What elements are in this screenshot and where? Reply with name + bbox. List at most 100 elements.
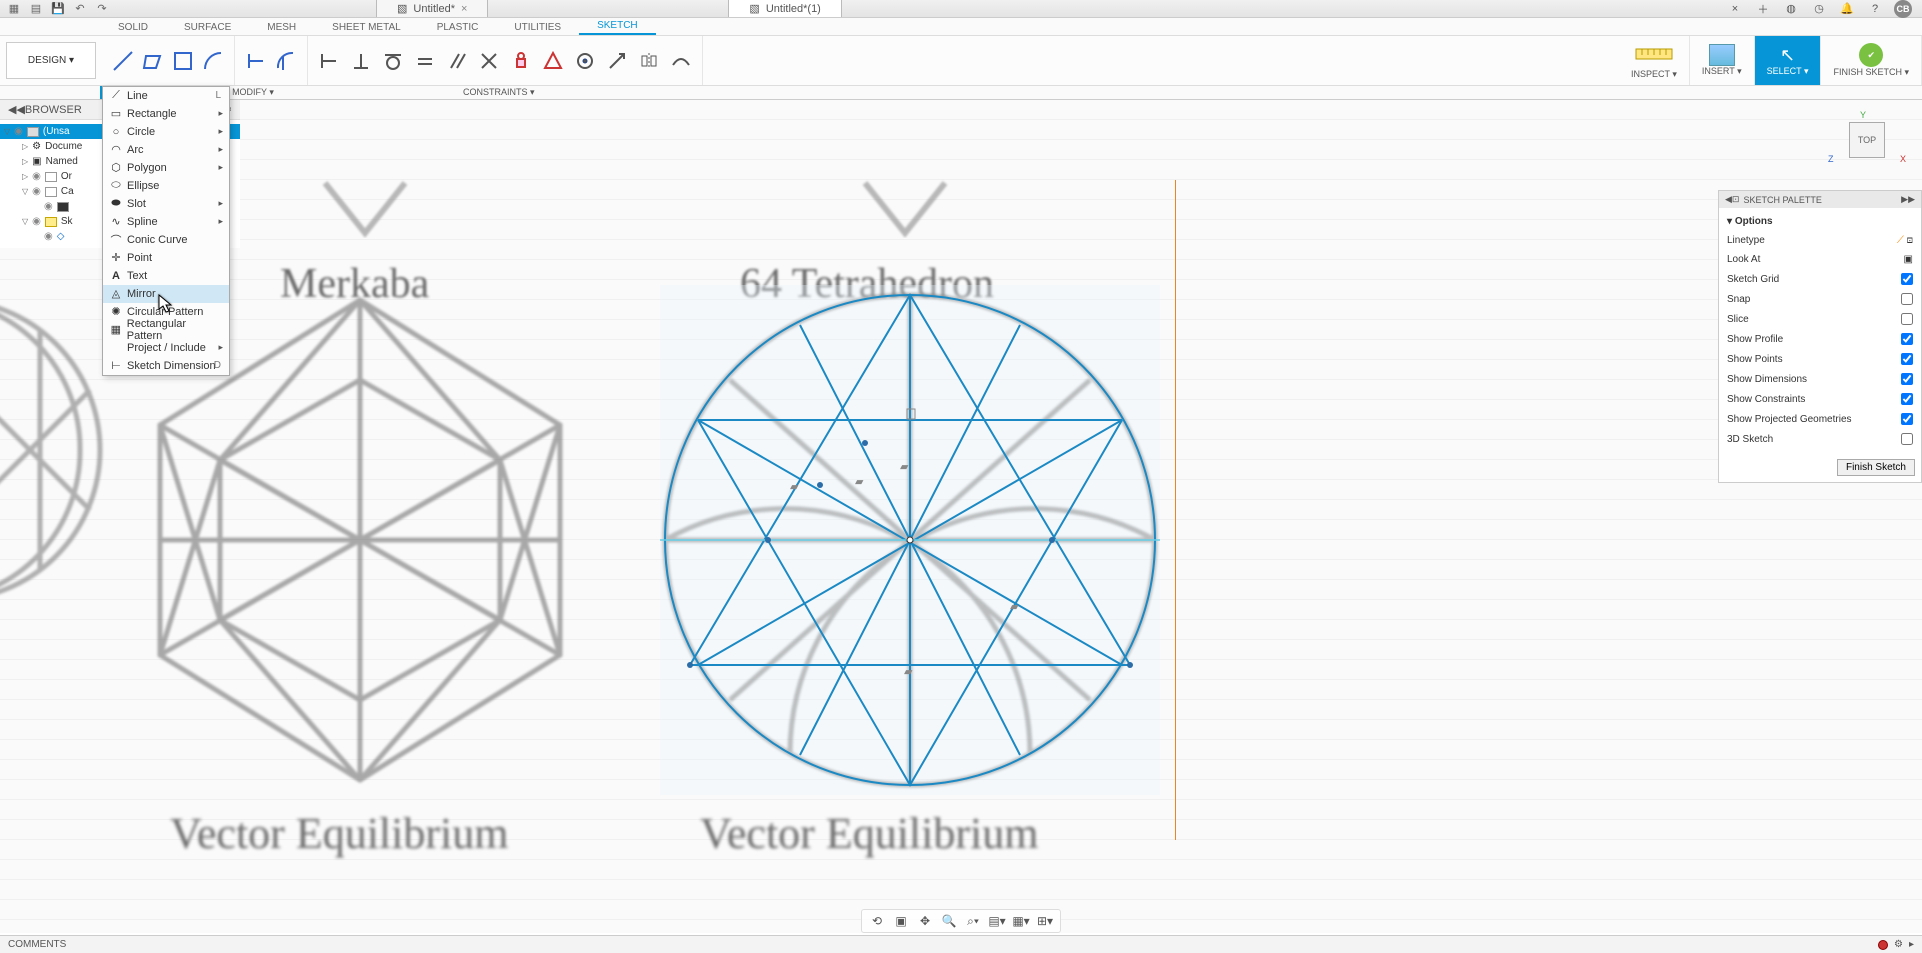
file-icon[interactable]: ▤ xyxy=(28,1,44,17)
rectangle-tool-icon[interactable] xyxy=(138,43,168,79)
options-label[interactable]: Options xyxy=(1735,216,1773,227)
new-tab-icon[interactable]: ＋ xyxy=(1754,0,1772,18)
concentric-icon[interactable] xyxy=(570,43,600,79)
menu-ellipse[interactable]: ⬭Ellipse xyxy=(103,177,229,195)
app-menu-icon[interactable]: ▦ xyxy=(6,1,22,17)
opt-snap[interactable]: Snap xyxy=(1727,289,1913,309)
slice-checkbox[interactable] xyxy=(1901,313,1913,325)
showdim-checkbox[interactable] xyxy=(1901,373,1913,385)
opt-showdim[interactable]: Show Dimensions xyxy=(1727,369,1913,389)
menu-slot[interactable]: ⬬Slot▸ xyxy=(103,195,229,213)
pan-icon[interactable]: ✥ xyxy=(916,912,934,930)
timeline-expand-icon[interactable]: ▸ xyxy=(1909,939,1914,950)
view-cube[interactable]: Y TOP X Z xyxy=(1832,110,1902,170)
opt-3dsketch[interactable]: 3D Sketch xyxy=(1727,429,1913,449)
fillet-icon[interactable] xyxy=(241,43,271,79)
zoom-icon[interactable]: 🔍 xyxy=(940,912,958,930)
viewport-icon[interactable]: ⊞▾ xyxy=(1036,912,1054,930)
orbit-icon[interactable]: ⟲ xyxy=(868,912,886,930)
menu-text[interactable]: AText xyxy=(103,267,229,285)
doc-tab-2[interactable]: ▧ Untitled*(1) xyxy=(728,0,841,17)
perpendicular-icon[interactable] xyxy=(474,43,504,79)
tangent-icon[interactable] xyxy=(378,43,408,79)
user-avatar[interactable]: CB xyxy=(1894,0,1912,18)
notifications-icon[interactable]: 🔔 xyxy=(1838,0,1856,18)
finish-sketch-panel[interactable]: ✔ FINISH SKETCH ▾ xyxy=(1821,36,1922,85)
parallel-icon[interactable] xyxy=(442,43,472,79)
menu-line[interactable]: ⟋LineL xyxy=(103,87,229,105)
viewcube-face[interactable]: TOP xyxy=(1849,122,1885,158)
equal-icon[interactable] xyxy=(410,43,440,79)
sketch3d-checkbox[interactable] xyxy=(1901,433,1913,445)
opt-showprofile[interactable]: Show Profile xyxy=(1727,329,1913,349)
arc-tool-icon[interactable] xyxy=(198,43,228,79)
undo-icon[interactable]: ↶ xyxy=(72,1,88,17)
redo-icon[interactable]: ↷ xyxy=(94,1,110,17)
curvature-icon[interactable] xyxy=(666,43,696,79)
jobs-icon[interactable]: ◷ xyxy=(1810,0,1828,18)
tab-surface[interactable]: SURFACE xyxy=(166,20,249,35)
showproj-checkbox[interactable] xyxy=(1901,413,1913,425)
showcon-checkbox[interactable] xyxy=(1901,393,1913,405)
display-settings-icon[interactable]: ▤▾ xyxy=(988,912,1006,930)
tab-plastic[interactable]: PLASTIC xyxy=(419,20,497,35)
opt-showpoints[interactable]: Show Points xyxy=(1727,349,1913,369)
opt-sketchgrid[interactable]: Sketch Grid xyxy=(1727,269,1913,289)
lookat-icon[interactable]: ▣ xyxy=(1904,254,1913,265)
dimension-icon[interactable] xyxy=(314,43,344,79)
showprofile-checkbox[interactable] xyxy=(1901,333,1913,345)
opt-slice[interactable]: Slice xyxy=(1727,309,1913,329)
tetrahedron-sketch[interactable]: ▰ ▰ ▰ ▰ ▰ xyxy=(660,285,1160,795)
symmetry-icon[interactable] xyxy=(634,43,664,79)
extensions-icon[interactable]: ◍ xyxy=(1782,0,1800,18)
opt-lookat[interactable]: Look At▣ xyxy=(1727,250,1913,269)
sketchgrid-checkbox[interactable] xyxy=(1901,273,1913,285)
showpoints-checkbox[interactable] xyxy=(1901,353,1913,365)
comments-bar[interactable]: COMMENTS ⚙ ▸ xyxy=(0,935,1922,953)
tab-mesh[interactable]: MESH xyxy=(249,20,314,35)
help-icon[interactable]: ? xyxy=(1866,0,1884,18)
doc-tab-1[interactable]: ▧ Untitled* × xyxy=(376,0,488,17)
palette-header[interactable]: ◀⊡ SKETCH PALETTE ▶▶ xyxy=(1719,191,1921,208)
tab-solid[interactable]: SOLID xyxy=(100,20,166,35)
lookat-nav-icon[interactable]: ▣ xyxy=(892,912,910,930)
tab-utilities[interactable]: UTILITIES xyxy=(496,20,579,35)
horizontal-icon[interactable] xyxy=(346,43,376,79)
finish-sketch-button[interactable]: Finish Sketch xyxy=(1837,459,1915,476)
trim-icon[interactable] xyxy=(271,43,301,79)
menu-rectangular-pattern[interactable]: ▦Rectangular Pattern xyxy=(103,321,229,339)
linetype-construction-icon[interactable]: ⟋ xyxy=(1897,235,1904,246)
inspect-panel[interactable]: INSPECT ▾ xyxy=(1619,36,1690,85)
line-tool-icon[interactable] xyxy=(108,43,138,79)
fix-icon[interactable] xyxy=(506,43,536,79)
circle-tool-icon[interactable] xyxy=(168,43,198,79)
tab-sketch[interactable]: SKETCH xyxy=(579,18,656,35)
zoom-window-icon[interactable]: ⌕▾ xyxy=(964,912,982,930)
tab-sheetmetal[interactable]: SHEET METAL xyxy=(314,20,419,35)
snap-checkbox[interactable] xyxy=(1901,293,1913,305)
select-panel[interactable]: ↖ SELECT ▾ xyxy=(1755,36,1822,85)
menu-point[interactable]: ✛Point xyxy=(103,249,229,267)
grid-settings-icon[interactable]: ▦▾ xyxy=(1012,912,1030,930)
menu-circle[interactable]: ○Circle▸ xyxy=(103,123,229,141)
close-icon[interactable]: × xyxy=(461,3,467,15)
workspace-switcher[interactable]: DESIGN ▾ xyxy=(6,42,96,79)
midpoint-icon[interactable] xyxy=(538,43,568,79)
record-icon[interactable] xyxy=(1878,940,1888,950)
close-secondary-icon[interactable]: × xyxy=(1726,0,1744,18)
save-icon[interactable]: 💾 xyxy=(50,1,66,17)
insert-panel[interactable]: INSERT ▾ xyxy=(1690,36,1755,85)
timeline-settings-icon[interactable]: ⚙ xyxy=(1894,939,1903,950)
menu-spline[interactable]: ∿Spline▸ xyxy=(103,213,229,231)
comments-label[interactable]: COMMENTS xyxy=(8,939,66,950)
menu-project-include[interactable]: Project / Include▸ xyxy=(103,339,229,357)
opt-showproj[interactable]: Show Projected Geometries xyxy=(1727,409,1913,429)
menu-sketch-dimension[interactable]: ⊢Sketch DimensionD xyxy=(103,357,229,375)
menu-rectangle[interactable]: ▭Rectangle▸ xyxy=(103,105,229,123)
menu-arc[interactable]: ◠Arc▸ xyxy=(103,141,229,159)
linetype-center-icon[interactable]: ⊡ xyxy=(1907,235,1913,246)
opt-linetype[interactable]: Linetype ⟋ ⊡ xyxy=(1727,231,1913,250)
menu-mirror[interactable]: ◬Mirror xyxy=(103,285,229,303)
opt-showcon[interactable]: Show Constraints xyxy=(1727,389,1913,409)
menu-polygon[interactable]: ⬡Polygon▸ xyxy=(103,159,229,177)
